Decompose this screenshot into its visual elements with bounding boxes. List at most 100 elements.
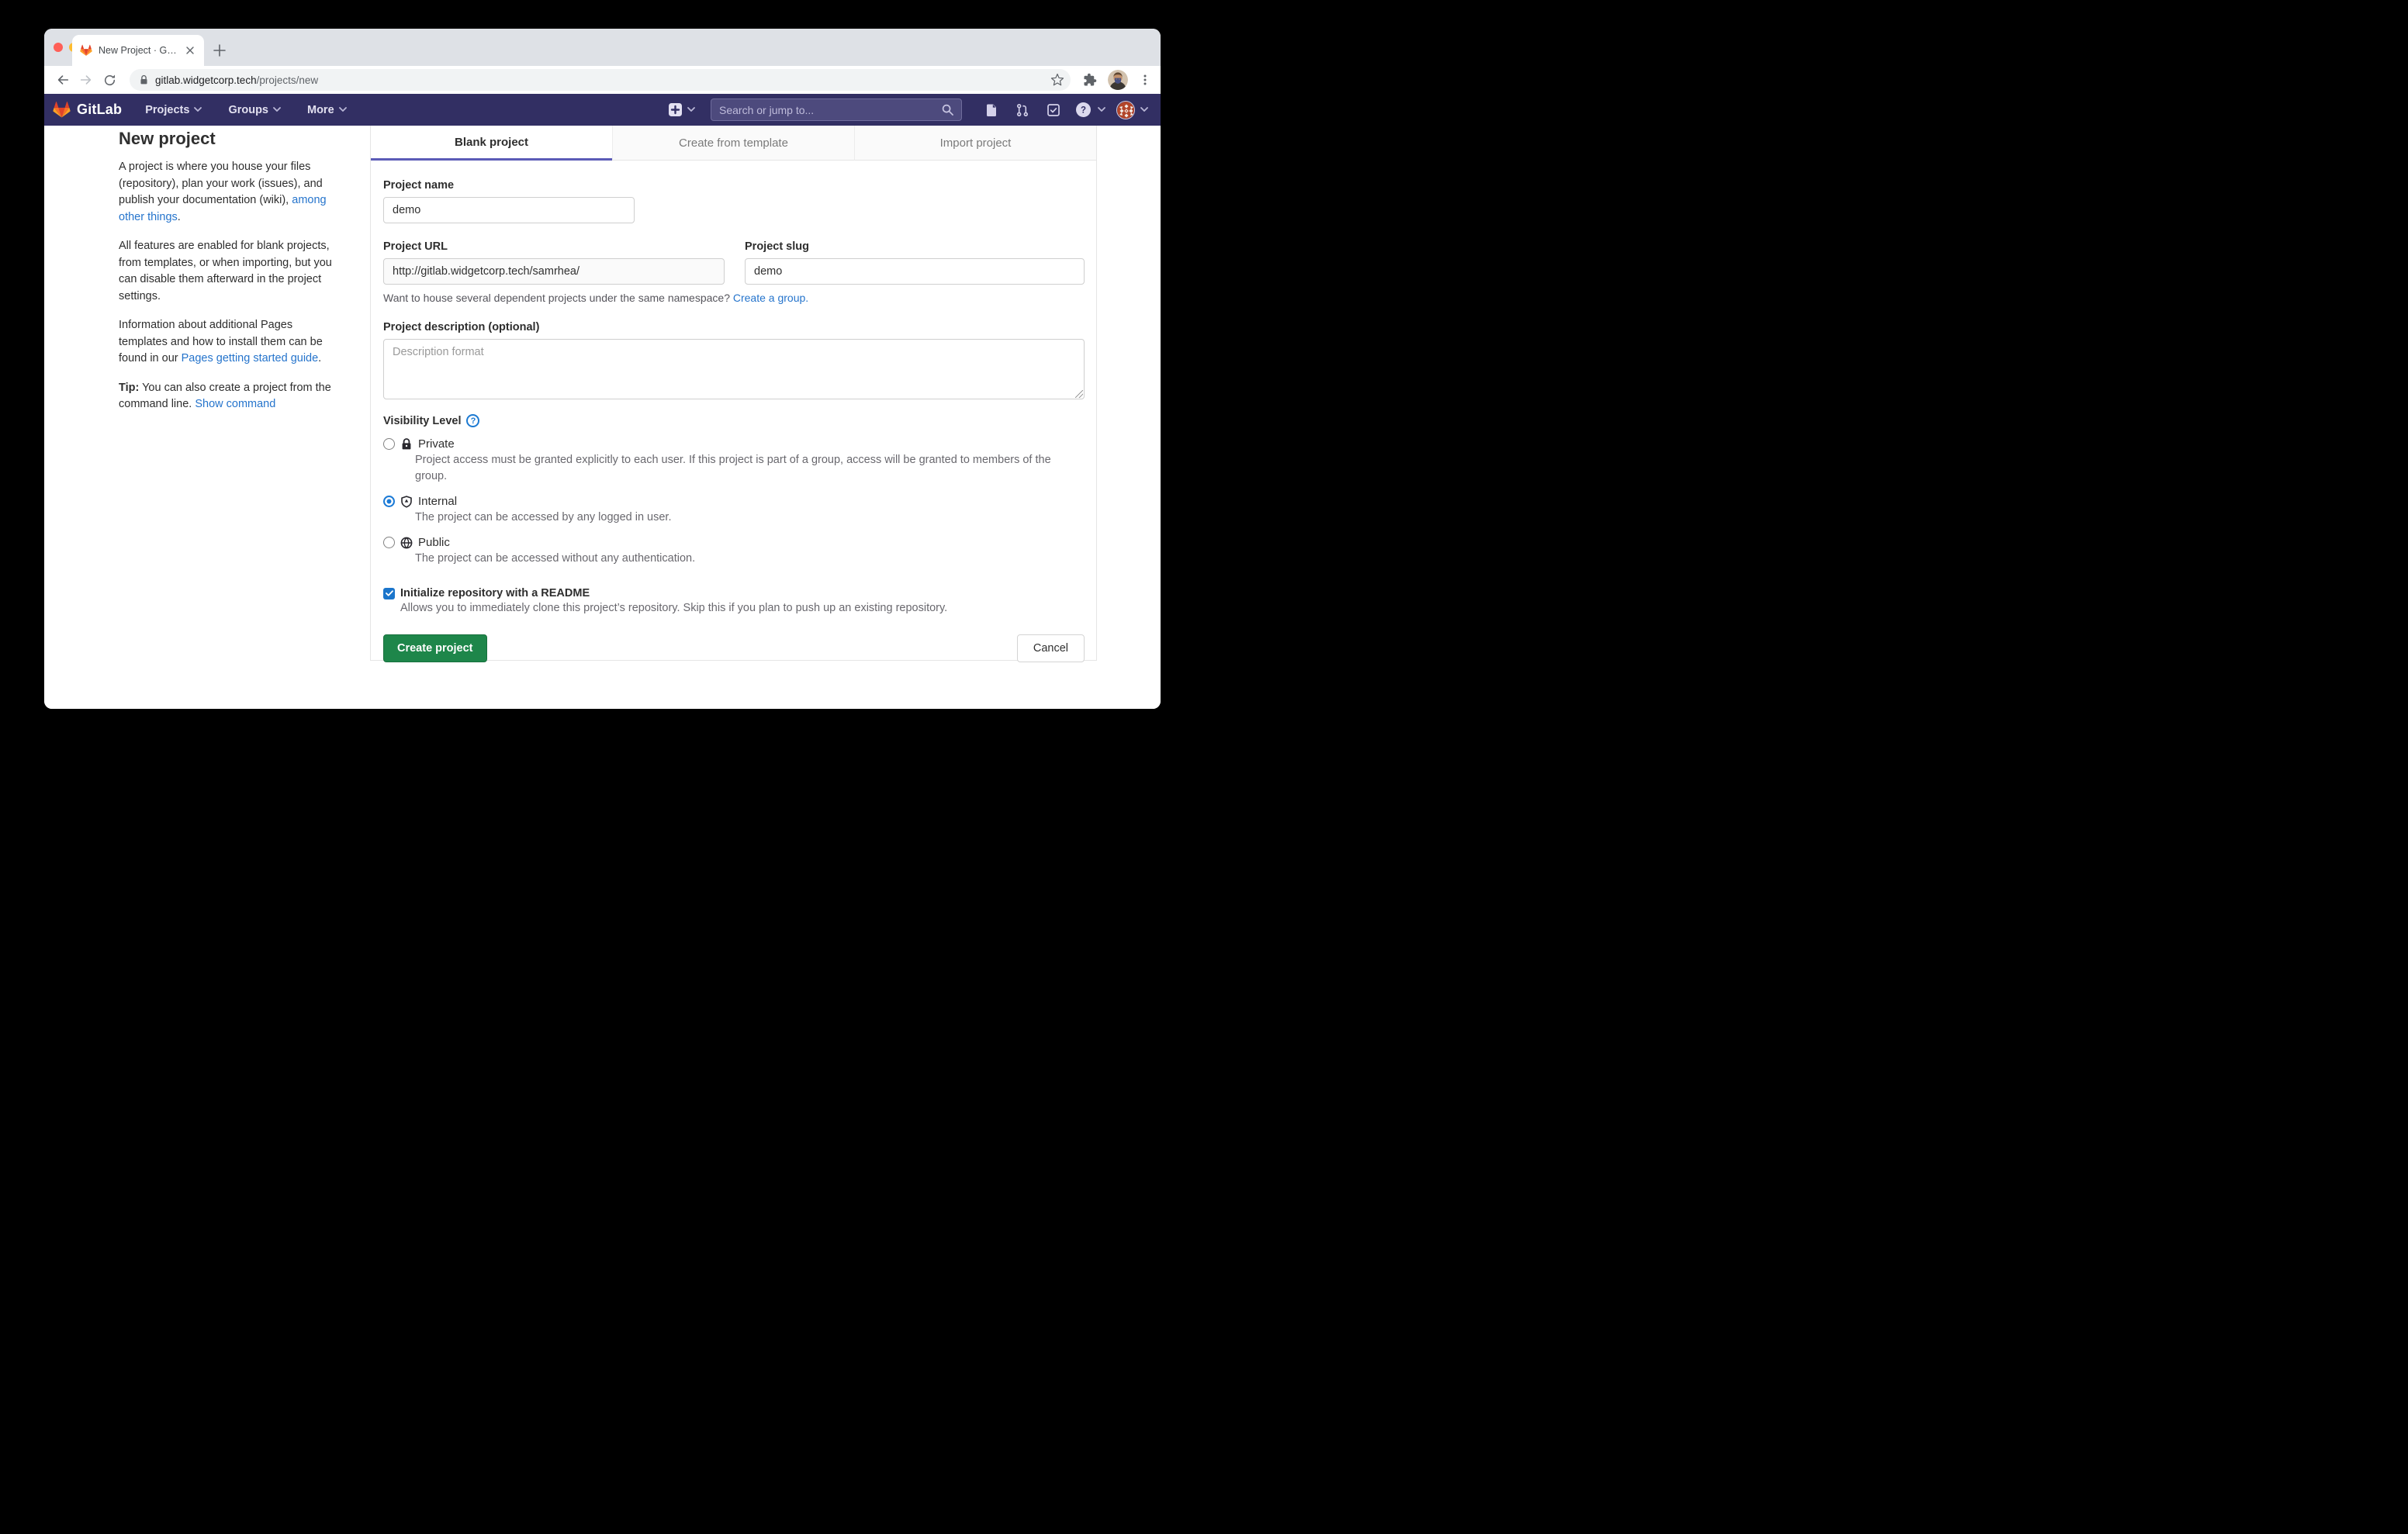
merge-requests-icon[interactable] (1015, 103, 1029, 117)
project-url-input[interactable] (383, 258, 725, 285)
blank-project-form: Project name Project URL Project slug Wa… (371, 161, 1096, 662)
readme-label: Initialize repository with a README (400, 587, 590, 599)
pages-guide-link[interactable]: Pages getting started guide (182, 352, 319, 364)
back-icon (56, 73, 70, 87)
intro-paragraph-3: Information about additional Pages templ… (119, 317, 337, 368)
chevron-down-icon[interactable] (1098, 107, 1105, 112)
menu-more[interactable]: More (307, 104, 347, 116)
search-input[interactable] (719, 104, 936, 116)
tab-close-icon[interactable] (184, 44, 196, 57)
private-radio[interactable] (383, 438, 395, 450)
tab-import-project[interactable]: Import project (854, 126, 1096, 161)
public-option-name: Public (418, 536, 450, 549)
window-close-button[interactable] (54, 43, 63, 52)
visibility-help-icon[interactable]: ? (466, 414, 479, 427)
intro-tip: Tip: You can also create a project from … (119, 380, 337, 413)
form-actions: Create project Cancel (383, 634, 1085, 662)
browser-tab-strip: New Project · GitLab (44, 29, 1161, 66)
menu-projects[interactable]: Projects (145, 104, 202, 116)
create-project-button[interactable]: Create project (383, 634, 487, 662)
visibility-option-public: Public The project can be accessed witho… (383, 536, 1085, 567)
public-radio[interactable] (383, 537, 395, 548)
project-url-label: Project URL (383, 240, 725, 253)
readme-checkbox[interactable] (383, 588, 395, 599)
gitlab-logo-icon[interactable] (53, 101, 71, 119)
https-lock-icon (139, 74, 149, 85)
gitlab-brand[interactable]: GitLab (77, 102, 122, 118)
chevron-down-icon[interactable] (1140, 107, 1148, 112)
internal-option-description: The project can be accessed by any logge… (415, 510, 1085, 526)
intro-paragraph-2: All features are enabled for blank proje… (119, 238, 337, 305)
project-description-textarea[interactable] (383, 339, 1085, 399)
intro-paragraph-1: A project is where you house your files … (119, 159, 337, 226)
search-icon (942, 104, 953, 116)
visibility-level-header: Visibility Level ? (383, 414, 1085, 427)
project-slug-input[interactable] (745, 258, 1085, 285)
user-identicon (1117, 102, 1135, 119)
page-title: New project (119, 129, 337, 149)
user-avatar[interactable] (1116, 101, 1135, 119)
cancel-button[interactable]: Cancel (1017, 634, 1085, 662)
lock-icon (400, 438, 413, 451)
create-group-link[interactable]: Create a group. (733, 292, 808, 304)
reload-icon (103, 74, 116, 87)
browser-tab[interactable]: New Project · GitLab (72, 35, 204, 66)
chevron-down-icon[interactable] (687, 107, 695, 112)
project-type-tabs: Blank project Create from template Impor… (371, 126, 1096, 161)
globe-icon (400, 537, 413, 549)
intro-sidebar: New project A project is where you house… (119, 129, 337, 426)
tab-create-from-template[interactable]: Create from template (612, 126, 854, 161)
visibility-option-private: Private Project access must be granted e… (383, 437, 1085, 485)
tab-title: New Project · GitLab (99, 45, 178, 56)
gitlab-navbar-right: ? (669, 98, 1148, 121)
screenshot-root: { "browser": { "tab_title": "New Project… (0, 0, 1204, 767)
page-content: New project A project is where you house… (44, 126, 1161, 709)
textarea-resize-grip[interactable] (1075, 390, 1083, 398)
svg-text:?: ? (1081, 106, 1086, 116)
profile-photo (1108, 70, 1128, 90)
help-icon[interactable]: ? (1076, 102, 1091, 117)
url-text: gitlab.widgetcorp.tech/projects/new (155, 74, 1044, 86)
public-option-description: The project can be accessed without any … (415, 551, 1085, 567)
gitlab-navbar: GitLab Projects Groups More (44, 94, 1161, 126)
gitlab-favicon-icon (80, 44, 92, 57)
new-tab-button[interactable] (210, 41, 229, 60)
browser-window: New Project · GitLab (44, 29, 1161, 709)
visibility-option-internal: Internal The project can be accessed by … (383, 495, 1085, 526)
shield-icon (400, 496, 413, 508)
url-bar[interactable]: gitlab.widgetcorp.tech/projects/new (130, 69, 1071, 91)
project-name-input[interactable] (383, 197, 635, 223)
chevron-down-icon (194, 107, 202, 112)
chevron-down-icon (339, 107, 347, 112)
browser-menu-icon[interactable] (1139, 74, 1151, 86)
forward-icon (79, 73, 93, 87)
check-icon (386, 590, 393, 596)
tab-blank-project[interactable]: Blank project (371, 126, 612, 161)
global-search (711, 98, 962, 121)
namespace-hint: Want to house several dependent projects… (383, 292, 1085, 304)
todos-icon[interactable] (1047, 103, 1060, 117)
url-path: /projects/new (257, 74, 319, 86)
project-description-label: Project description (optional) (383, 321, 1085, 333)
new-menu-plus-icon[interactable] (669, 103, 682, 116)
readme-row: Initialize repository with a README (383, 587, 1085, 599)
menu-groups[interactable]: Groups (228, 104, 281, 116)
url-host: gitlab.widgetcorp.tech (155, 74, 257, 86)
readme-description: Allows you to immediately clone this pro… (400, 602, 1085, 614)
browser-profile-avatar[interactable] (1108, 70, 1128, 90)
gitlab-main-menu: Projects Groups More (145, 104, 346, 116)
url-slug-row: Project URL Project slug (383, 223, 1085, 285)
internal-radio[interactable] (383, 496, 395, 507)
reload-button[interactable] (100, 71, 119, 89)
visibility-level-label: Visibility Level (383, 415, 461, 427)
extensions-icon[interactable] (1083, 73, 1097, 87)
issues-icon[interactable] (984, 103, 998, 117)
show-command-link[interactable]: Show command (195, 398, 275, 410)
project-name-label: Project name (383, 179, 1085, 192)
back-button[interactable] (54, 71, 72, 89)
browser-toolbar: gitlab.widgetcorp.tech/projects/new (44, 66, 1161, 94)
bookmark-star-icon[interactable] (1050, 73, 1064, 87)
forward-button[interactable] (77, 71, 95, 89)
private-option-name: Private (418, 437, 455, 451)
new-project-panel: Blank project Create from template Impor… (370, 126, 1097, 661)
